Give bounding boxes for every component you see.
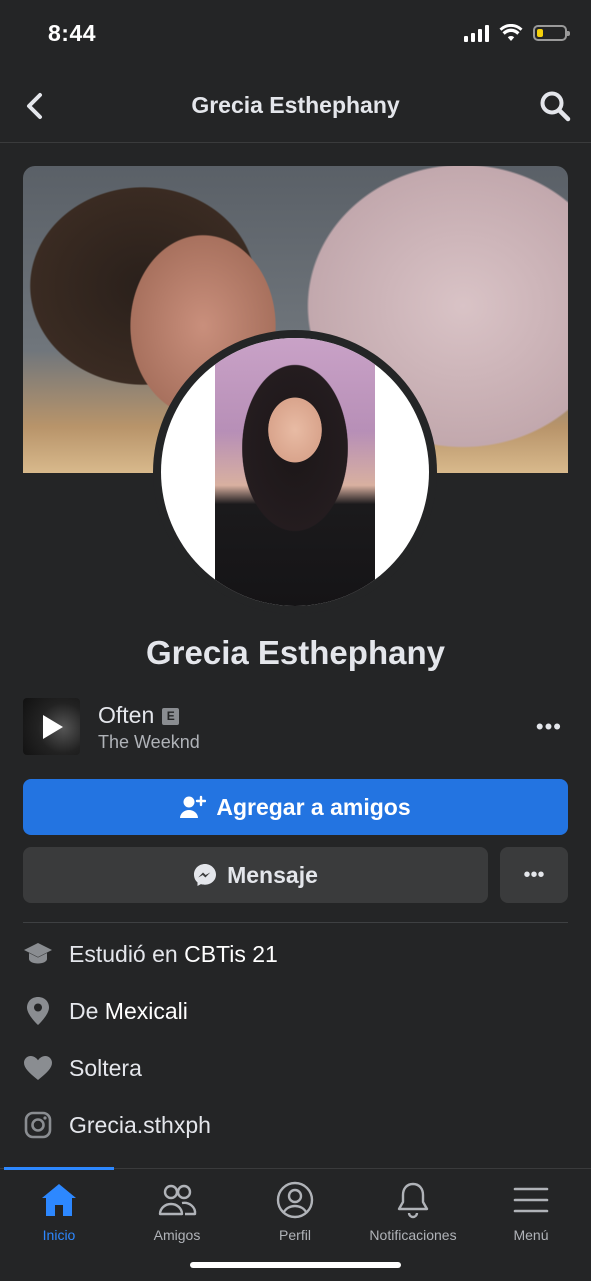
message-button[interactable]: Mensaje bbox=[23, 847, 488, 903]
add-friend-icon bbox=[180, 795, 207, 818]
education-value[interactable]: CBTis 21 bbox=[184, 941, 278, 967]
nav-bar: Grecia Esthephany bbox=[0, 70, 591, 143]
tab-notifications[interactable]: Notificaciones bbox=[354, 1181, 472, 1251]
instagram-icon bbox=[23, 1110, 53, 1140]
avatar-photo bbox=[215, 338, 375, 606]
status-time: 8:44 bbox=[48, 20, 97, 46]
tab-label: Notificaciones bbox=[369, 1227, 457, 1243]
tab-friends[interactable]: Amigos bbox=[118, 1181, 236, 1251]
message-label: Mensaje bbox=[227, 861, 318, 888]
hamburger-icon bbox=[513, 1187, 549, 1213]
tab-label: Menú bbox=[513, 1227, 549, 1243]
active-tab-indicator bbox=[4, 1167, 114, 1170]
tab-menu[interactable]: Menú bbox=[472, 1181, 590, 1251]
album-art[interactable] bbox=[23, 698, 80, 755]
friends-icon bbox=[158, 1184, 197, 1216]
wifi-icon bbox=[499, 24, 523, 41]
bell-icon bbox=[397, 1182, 429, 1219]
home-icon bbox=[42, 1184, 76, 1216]
more-options-icon[interactable]: ••• bbox=[536, 714, 562, 740]
battery-icon bbox=[533, 25, 570, 41]
location-pin-icon bbox=[23, 996, 53, 1026]
graduation-cap-icon bbox=[23, 939, 53, 969]
profile-song[interactable]: Often E The Weeknd ••• bbox=[23, 698, 568, 756]
divider bbox=[23, 922, 568, 923]
add-friend-button[interactable]: Agregar a amigos bbox=[23, 779, 568, 835]
tab-label: Inicio bbox=[42, 1227, 76, 1243]
profile-picture[interactable] bbox=[153, 330, 437, 614]
relationship-value: Soltera bbox=[69, 1054, 142, 1081]
status-bar: 8:44 bbox=[0, 0, 591, 70]
song-title: Often E bbox=[98, 702, 180, 729]
tab-home[interactable]: Inicio bbox=[0, 1181, 118, 1251]
heart-icon bbox=[23, 1053, 53, 1083]
tab-label: Amigos bbox=[153, 1227, 201, 1243]
intro-instagram[interactable]: Grecia.sthxph bbox=[23, 1105, 568, 1145]
hometown-value[interactable]: Mexicali bbox=[105, 998, 188, 1024]
explicit-badge: E bbox=[162, 708, 180, 725]
status-icons bbox=[464, 24, 570, 42]
page-title: Grecia Esthephany bbox=[191, 92, 400, 118]
tab-profile[interactable]: Perfil bbox=[236, 1181, 354, 1251]
intro-education: Estudió en CBTis 21 bbox=[23, 934, 568, 974]
add-friend-label: Agregar a amigos bbox=[216, 793, 411, 820]
tab-label: Perfil bbox=[279, 1227, 311, 1243]
signal-icon bbox=[464, 24, 489, 42]
instagram-handle[interactable]: Grecia.sthxph bbox=[69, 1112, 211, 1139]
intro-hometown: De Mexicali bbox=[23, 991, 568, 1031]
profile-name: Grecia Esthephany bbox=[146, 634, 445, 671]
profile-more-button[interactable]: ••• bbox=[500, 847, 568, 903]
avatar bbox=[161, 338, 429, 606]
play-icon bbox=[42, 714, 63, 739]
profile-icon bbox=[276, 1181, 314, 1219]
search-icon[interactable] bbox=[539, 90, 571, 122]
home-indicator bbox=[190, 1262, 401, 1268]
messenger-icon bbox=[194, 864, 217, 886]
song-artist: The Weeknd bbox=[98, 732, 200, 752]
intro-relationship: Soltera bbox=[23, 1048, 568, 1088]
